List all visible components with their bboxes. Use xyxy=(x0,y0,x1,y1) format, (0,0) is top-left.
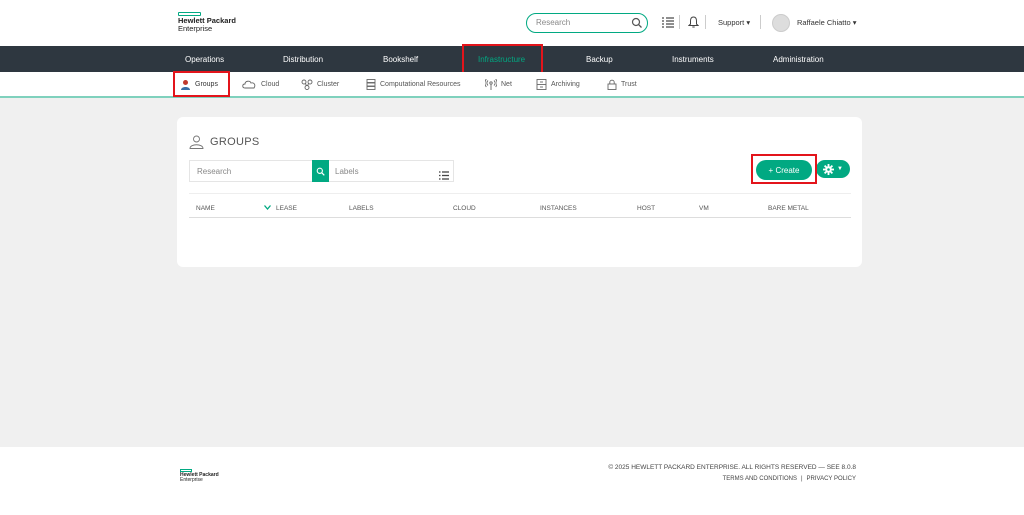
caret-down-icon: ▾ xyxy=(850,18,857,27)
labels-filter-input[interactable] xyxy=(335,167,425,176)
settings-dropdown-button[interactable]: ▼ xyxy=(816,160,850,178)
nav-distribution[interactable]: Distribution xyxy=(283,55,323,64)
column-header-vm[interactable]: VM xyxy=(699,205,709,212)
support-label: Support xyxy=(718,18,745,27)
highlight-box-infrastructure xyxy=(462,44,543,75)
subnav-trust[interactable]: Trust xyxy=(607,79,637,90)
copyright-text: © 2025 HEWLETT PACKARD ENTERPRISE. ALL R… xyxy=(608,464,856,471)
table-header: NAME LEASE LABELS CLOUD INSTANCES HOST V… xyxy=(189,193,851,218)
subnav-net[interactable]: Net xyxy=(485,79,512,90)
footer-logo-line2: Enterprise xyxy=(180,477,203,483)
subnav-label: Computational Resources xyxy=(380,81,461,88)
header-divider xyxy=(705,15,706,29)
subnav-archiving[interactable]: Archiving xyxy=(536,79,580,90)
user-name: Raffaele Chiatto xyxy=(797,18,851,27)
server-icon xyxy=(366,79,376,90)
subnav-label: Cloud xyxy=(261,80,280,88)
logo-text-line2: Enterprise xyxy=(178,24,213,33)
hpe-logo[interactable]: Hewlett Packard Enterprise xyxy=(178,12,236,33)
cloud-icon xyxy=(242,80,256,89)
group-search-button[interactable] xyxy=(312,160,329,182)
header-divider xyxy=(679,15,680,29)
column-header-labels[interactable]: LABELS xyxy=(349,205,374,212)
support-menu[interactable]: Support ▾ xyxy=(718,18,750,27)
lock-icon xyxy=(607,79,617,90)
footer: Hewlett Packard Enterprise © 2025 HEWLET… xyxy=(0,447,1024,515)
caret-down-icon: ▼ xyxy=(837,166,843,172)
footer-hpe-logo[interactable]: Hewlett Packard Enterprise xyxy=(180,469,219,483)
subnav-label: Trust xyxy=(621,81,637,88)
terms-link[interactable]: TERMS AND CONDITIONS xyxy=(723,476,797,482)
nav-backup[interactable]: Backup xyxy=(586,55,613,64)
labels-filter[interactable] xyxy=(329,160,454,182)
user-outline-icon xyxy=(189,135,204,149)
list-icon[interactable] xyxy=(662,15,674,33)
global-search-input[interactable] xyxy=(536,18,626,27)
footer-links: TERMS AND CONDITIONS | PRIVACY POLICY xyxy=(723,476,856,482)
subnav-label: Archiving xyxy=(551,81,580,88)
nav-administration[interactable]: Administration xyxy=(773,55,824,64)
subnav-label: Net xyxy=(501,81,512,88)
highlight-box-create xyxy=(751,154,817,184)
column-header-host[interactable]: HOST xyxy=(637,205,655,212)
groups-panel: GROUPS + Create ▼ NAME LEASE LABELS CLOU… xyxy=(177,117,862,267)
sub-nav: Groups Cloud Cluster Computational Resou… xyxy=(0,72,1024,98)
cluster-icon xyxy=(301,79,313,90)
user-menu[interactable]: Raffaele Chiatto ▾ xyxy=(797,18,857,27)
subnav-computational-resources[interactable]: Computational Resources xyxy=(366,79,461,90)
group-search-input[interactable] xyxy=(197,167,297,176)
search-icon[interactable] xyxy=(631,16,643,34)
column-header-cloud[interactable]: CLOUD xyxy=(453,205,476,212)
gear-icon xyxy=(823,163,835,175)
column-header-bare-metal[interactable]: BARE METAL xyxy=(768,205,809,212)
avatar[interactable] xyxy=(772,14,790,32)
bell-icon[interactable] xyxy=(687,15,700,33)
subnav-cloud[interactable]: Cloud xyxy=(241,79,279,89)
column-header-lease[interactable]: LEASE xyxy=(276,205,297,212)
network-icon xyxy=(485,79,497,90)
privacy-link[interactable]: PRIVACY POLICY xyxy=(807,476,856,482)
archive-icon xyxy=(536,79,547,90)
nav-bookshelf[interactable]: Bookshelf xyxy=(383,55,418,64)
search-icon xyxy=(316,167,325,176)
highlight-box-groups xyxy=(173,71,230,97)
group-search[interactable] xyxy=(189,160,312,182)
page-title: GROUPS xyxy=(189,135,259,149)
subnav-cluster[interactable]: Cluster xyxy=(301,79,339,90)
sort-desc-icon[interactable] xyxy=(264,205,271,212)
caret-down-icon: ▾ xyxy=(744,18,751,27)
list-icon[interactable] xyxy=(439,167,449,185)
global-search[interactable] xyxy=(526,13,648,33)
column-header-instances[interactable]: INSTANCES xyxy=(540,205,577,212)
page-title-text: GROUPS xyxy=(210,136,260,148)
footer-separator: | xyxy=(800,476,803,482)
column-header-name[interactable]: NAME xyxy=(196,205,215,212)
nav-operations[interactable]: Operations xyxy=(185,55,224,64)
nav-instruments[interactable]: Instruments xyxy=(672,55,714,64)
top-header: Hewlett Packard Enterprise Support ▾ Raf… xyxy=(0,0,1024,46)
header-divider xyxy=(760,15,761,29)
subnav-label: Cluster xyxy=(317,81,340,88)
